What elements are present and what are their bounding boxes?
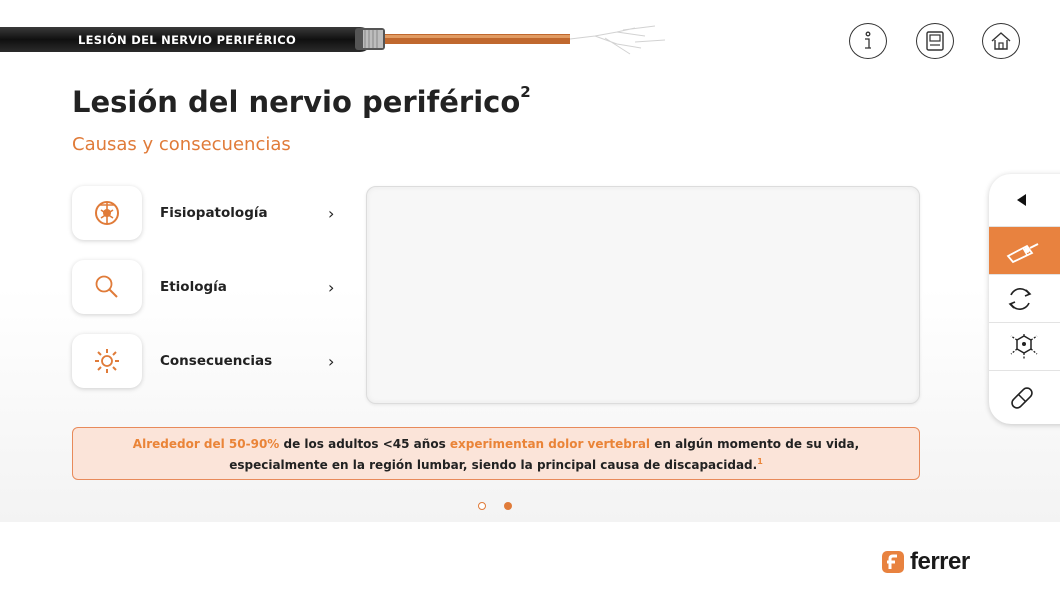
page-subtitle: Causas y consecuencias <box>72 134 291 155</box>
pill-icon <box>1011 386 1033 409</box>
note-text: de los adultos <45 años <box>279 437 450 451</box>
title-reference: 2 <box>520 83 531 102</box>
side-toolbar <box>989 174 1060 424</box>
nerve-cable-illustration <box>355 25 666 55</box>
book-icon <box>926 31 944 51</box>
book-button[interactable] <box>916 23 954 59</box>
content-panel <box>366 186 920 404</box>
home-icon <box>991 32 1011 50</box>
collapse-toolbar-button[interactable] <box>989 174 1060 226</box>
note-highlight: experimentan dolor vertebral <box>449 437 651 451</box>
info-button[interactable] <box>849 23 887 59</box>
info-note: Alrededor del 50-90% de los adultos <45 … <box>72 427 920 480</box>
info-icon <box>865 31 871 49</box>
collapse-arrow-icon <box>1017 194 1026 206</box>
pill-button[interactable] <box>989 370 1060 424</box>
radiating-circle-icon <box>95 349 119 373</box>
menu-item-fisiopatologia[interactable]: Fisiopatología › <box>72 186 352 240</box>
page-dot-2-active[interactable] <box>504 502 512 510</box>
note-highlight: Alrededor del 50-90% <box>132 437 280 451</box>
menu-label: Etiología <box>160 279 227 295</box>
note-text: en algún momento de su vida, <box>650 437 860 451</box>
syringe-button[interactable] <box>989 226 1060 274</box>
syringe-icon <box>1006 242 1039 263</box>
molecule-button[interactable] <box>989 322 1060 370</box>
menu-item-consecuencias[interactable]: Consecuencias › <box>72 334 352 388</box>
anatomy-icon <box>95 201 119 225</box>
cycle-icon <box>1008 287 1032 310</box>
menu-label: Consecuencias <box>160 353 273 369</box>
note-reference: 1 <box>757 457 763 466</box>
menu-item-etiologia[interactable]: Etiología › <box>72 260 352 314</box>
menu-icon-box <box>72 186 142 240</box>
home-button[interactable] <box>982 23 1020 59</box>
note-text: especialmente en la región lumbar, siend… <box>229 458 758 472</box>
molecule-icon <box>1010 332 1038 359</box>
page-title: Lesión del nervio periférico2 <box>72 83 531 119</box>
page-dot-1[interactable] <box>478 502 486 510</box>
chevron-right-icon: › <box>328 203 335 223</box>
brand-logo: ferrer <box>882 548 970 576</box>
menu-label: Fisiopatología <box>160 205 268 221</box>
cable-title: LESIÓN DEL NERVIO PERIFÉRICO <box>78 33 297 47</box>
chevron-right-icon: › <box>328 351 335 371</box>
magnifier-icon <box>95 275 118 298</box>
menu-icon-box <box>72 260 142 314</box>
ferrer-logo-icon <box>882 551 904 573</box>
menu-icon-box <box>72 334 142 388</box>
chevron-right-icon: › <box>328 277 335 297</box>
cycle-button[interactable] <box>989 274 1060 322</box>
page-title-text: Lesión del nervio periférico <box>72 85 521 119</box>
brand-name: ferrer <box>910 548 970 575</box>
